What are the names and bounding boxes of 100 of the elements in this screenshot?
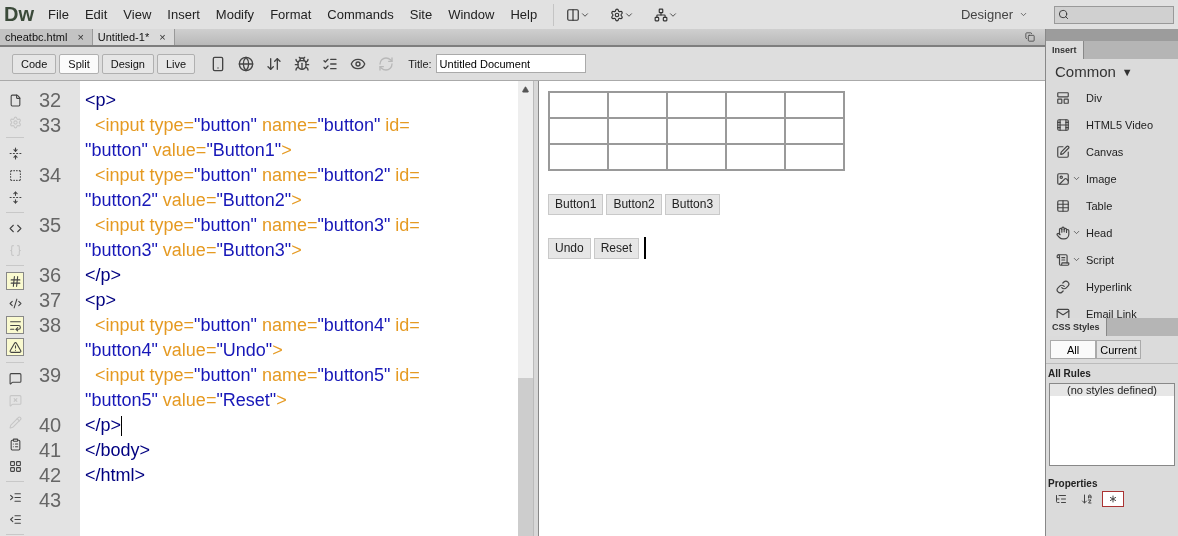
code-token: id= [394, 214, 420, 237]
insert-item[interactable]: Image [1086, 172, 1117, 185]
line-number: 35 [39, 214, 62, 236]
line-number: 34 [39, 164, 62, 186]
code-token: value= [151, 139, 207, 162]
globe-icon[interactable] [238, 55, 255, 72]
insert-item[interactable]: Div [1086, 91, 1102, 104]
menu-item[interactable]: View [123, 7, 152, 22]
panel-icon[interactable] [1056, 90, 1070, 105]
view-button[interactable]: Code [12, 53, 57, 74]
form-button[interactable]: Button2 [606, 193, 662, 215]
table-icon[interactable] [1056, 198, 1070, 213]
menu-item[interactable]: Edit [84, 7, 108, 22]
document-tab[interactable]: Untitled-1* × [92, 29, 175, 45]
code-token: > [291, 239, 302, 262]
empty-message: (no styles defined) [1050, 384, 1174, 396]
code-token: "button3" [85, 239, 158, 262]
image-icon[interactable] [1056, 171, 1070, 186]
code-token: > [272, 339, 283, 362]
film-icon[interactable] [1056, 117, 1070, 132]
pen-square-icon[interactable] [1056, 144, 1070, 159]
category-dropdown[interactable]: Common ▼ [1046, 59, 1178, 84]
form-button[interactable]: Reset [593, 237, 640, 259]
caret-icon[interactable] [1072, 174, 1081, 183]
code-token: "Undo" [216, 339, 273, 362]
menu-item[interactable]: Modify [215, 7, 255, 22]
form-button[interactable]: Undo [548, 237, 591, 259]
wrap-text-icon[interactable] [6, 316, 24, 334]
menu-item[interactable]: File [48, 7, 69, 22]
menu-item[interactable]: Help [510, 7, 538, 22]
view-button[interactable]: Live [156, 53, 196, 74]
mode-button[interactable]: Current [1096, 340, 1141, 359]
insert-item[interactable]: Script [1086, 253, 1115, 266]
code-token: "button" [194, 114, 257, 137]
insert-item[interactable]: Email Link [1086, 307, 1137, 318]
code-token: name= [260, 114, 318, 137]
document-tab[interactable]: cheatbc.html × [0, 29, 93, 45]
arrows-icon[interactable] [266, 55, 283, 72]
menu-item[interactable]: Format [270, 7, 312, 22]
code-token: "button" [194, 164, 257, 187]
code-token: "button" [194, 364, 257, 387]
line-number: 42 [39, 464, 62, 486]
gear-icon[interactable] [610, 7, 635, 22]
menu-item[interactable]: Commands [327, 7, 394, 22]
code-token: id= [394, 314, 420, 337]
insert-item[interactable]: Canvas [1086, 145, 1124, 158]
code-token: "Reset" [216, 389, 277, 412]
code-token: > [281, 139, 292, 162]
code-token: value= [161, 339, 217, 362]
section-title: Properties [1047, 477, 1099, 491]
line-number: 43 [39, 489, 62, 511]
hash-icon[interactable] [6, 272, 24, 290]
caret-icon[interactable] [1072, 255, 1081, 264]
insert-item[interactable]: Hyperlink [1086, 280, 1132, 293]
scrollbar[interactable] [518, 81, 533, 536]
view-button[interactable]: Split [59, 53, 99, 74]
menu-item[interactable]: Window [448, 7, 495, 22]
layout-icon[interactable] [566, 7, 591, 22]
mail-icon[interactable] [1056, 306, 1070, 318]
menu-item[interactable]: Site [409, 7, 433, 22]
code-token: <input type= [94, 214, 195, 237]
code-token: <p> [85, 89, 117, 112]
code-token: <input type= [94, 314, 195, 337]
insert-item[interactable]: Table [1086, 199, 1113, 212]
hand-icon[interactable] [1056, 225, 1070, 240]
workspace-switcher[interactable]: Designer [954, 6, 1034, 23]
mode-button[interactable]: All [1050, 340, 1097, 359]
collapse-icon[interactable] [6, 144, 24, 162]
insert-item[interactable]: HTML5 Video [1086, 118, 1154, 131]
tab-label: cheatbc.html [5, 31, 68, 43]
code-token: id= [384, 114, 410, 137]
scroll-up-icon[interactable] [522, 85, 529, 93]
code-token: </body> [85, 439, 151, 462]
search-field[interactable] [1054, 5, 1174, 24]
caret-icon[interactable] [1072, 228, 1081, 237]
asterisk-icon[interactable] [1102, 491, 1124, 507]
restore-icon[interactable] [1025, 29, 1035, 45]
scroll-icon[interactable] [1056, 252, 1070, 267]
link-icon[interactable] [1056, 279, 1070, 294]
insert-item[interactable]: Head [1086, 226, 1113, 239]
code-token: "button" [85, 139, 148, 162]
panel-tab[interactable]: CSS Styles [1046, 318, 1107, 336]
close-button[interactable]: × [77, 31, 84, 43]
form-button[interactable]: Button3 [664, 193, 721, 215]
panel-tab[interactable]: Insert [1046, 41, 1084, 59]
code-token: "button5" [317, 364, 391, 387]
sitemap-icon[interactable] [654, 7, 679, 22]
form-button[interactable]: Button1 [548, 193, 604, 215]
close-button[interactable]: × [159, 31, 166, 43]
code-token: name= [260, 314, 318, 337]
title-field[interactable]: Untitled Document [435, 54, 586, 73]
code-token: "Button2" [216, 189, 292, 212]
warning-icon[interactable] [6, 338, 24, 356]
view-button[interactable]: Design [101, 53, 154, 74]
expand-icon[interactable] [6, 188, 24, 206]
menu-item[interactable]: Insert [167, 7, 200, 22]
code-token: "button3" [317, 214, 391, 237]
bug-icon[interactable] [294, 55, 311, 72]
app-logo: Dw [4, 3, 34, 26]
line-number: 32 [39, 89, 62, 111]
